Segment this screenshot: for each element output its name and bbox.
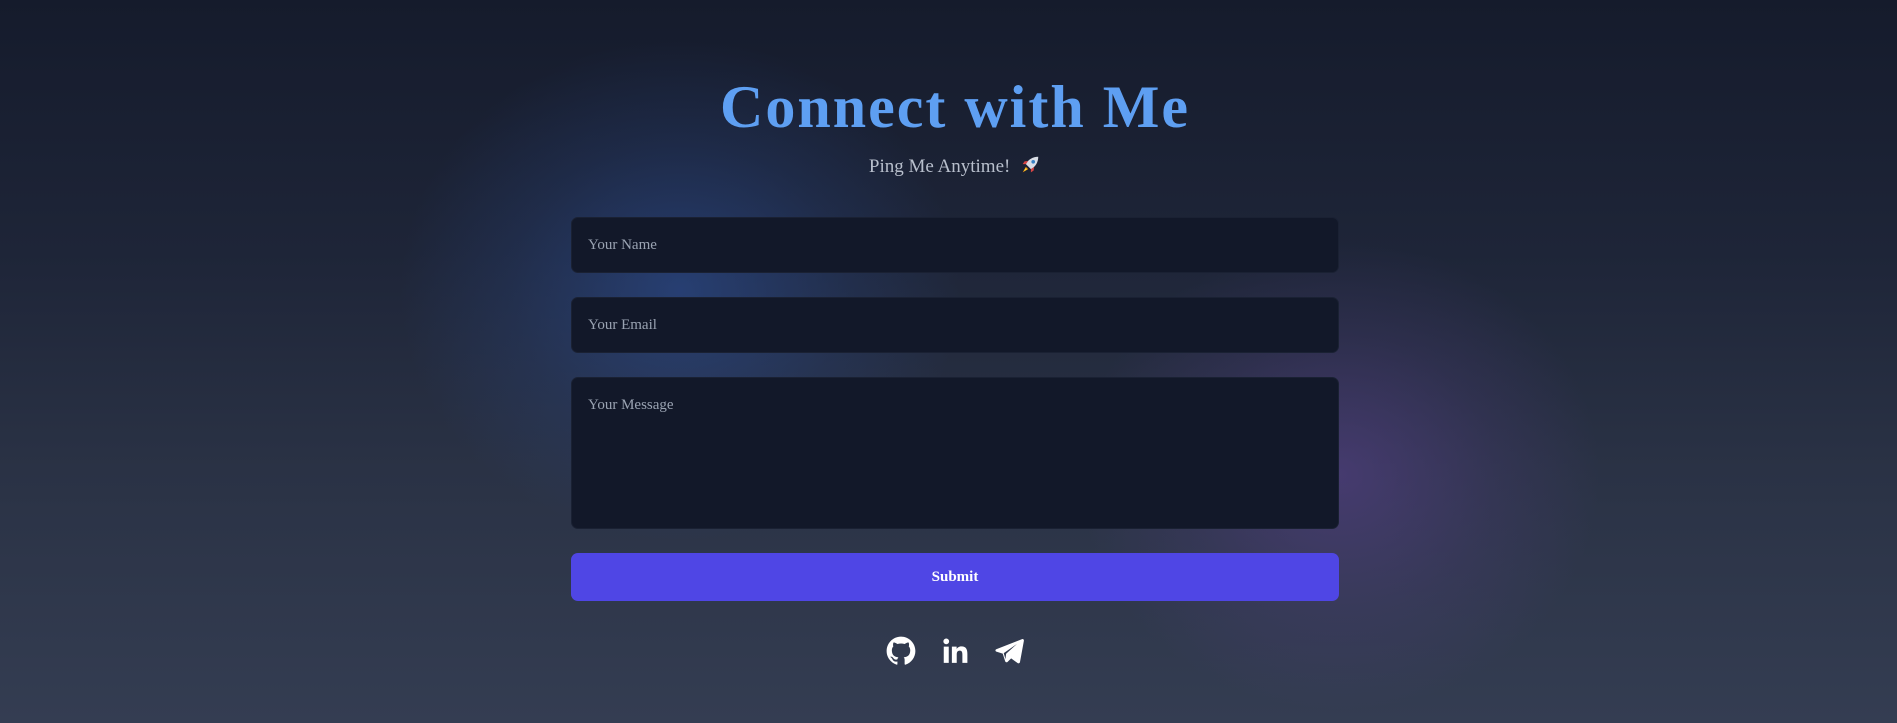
linkedin-link[interactable] xyxy=(940,636,970,666)
github-link[interactable] xyxy=(886,636,916,666)
message-textarea[interactable] xyxy=(571,377,1339,529)
social-links xyxy=(571,636,1339,666)
telegram-icon xyxy=(995,639,1024,664)
linkedin-icon xyxy=(943,638,968,663)
submit-button[interactable]: Submit xyxy=(571,553,1339,601)
telegram-link[interactable] xyxy=(994,636,1024,666)
rocket-icon xyxy=(1019,154,1041,176)
page-title: Connect with Me xyxy=(720,74,1190,140)
page-subtitle: Ping Me Anytime! xyxy=(868,156,1011,177)
page-subtitle-row: Ping Me Anytime! xyxy=(571,154,1339,180)
name-input[interactable] xyxy=(571,217,1339,273)
email-input[interactable] xyxy=(571,297,1339,353)
github-icon xyxy=(886,636,916,665)
